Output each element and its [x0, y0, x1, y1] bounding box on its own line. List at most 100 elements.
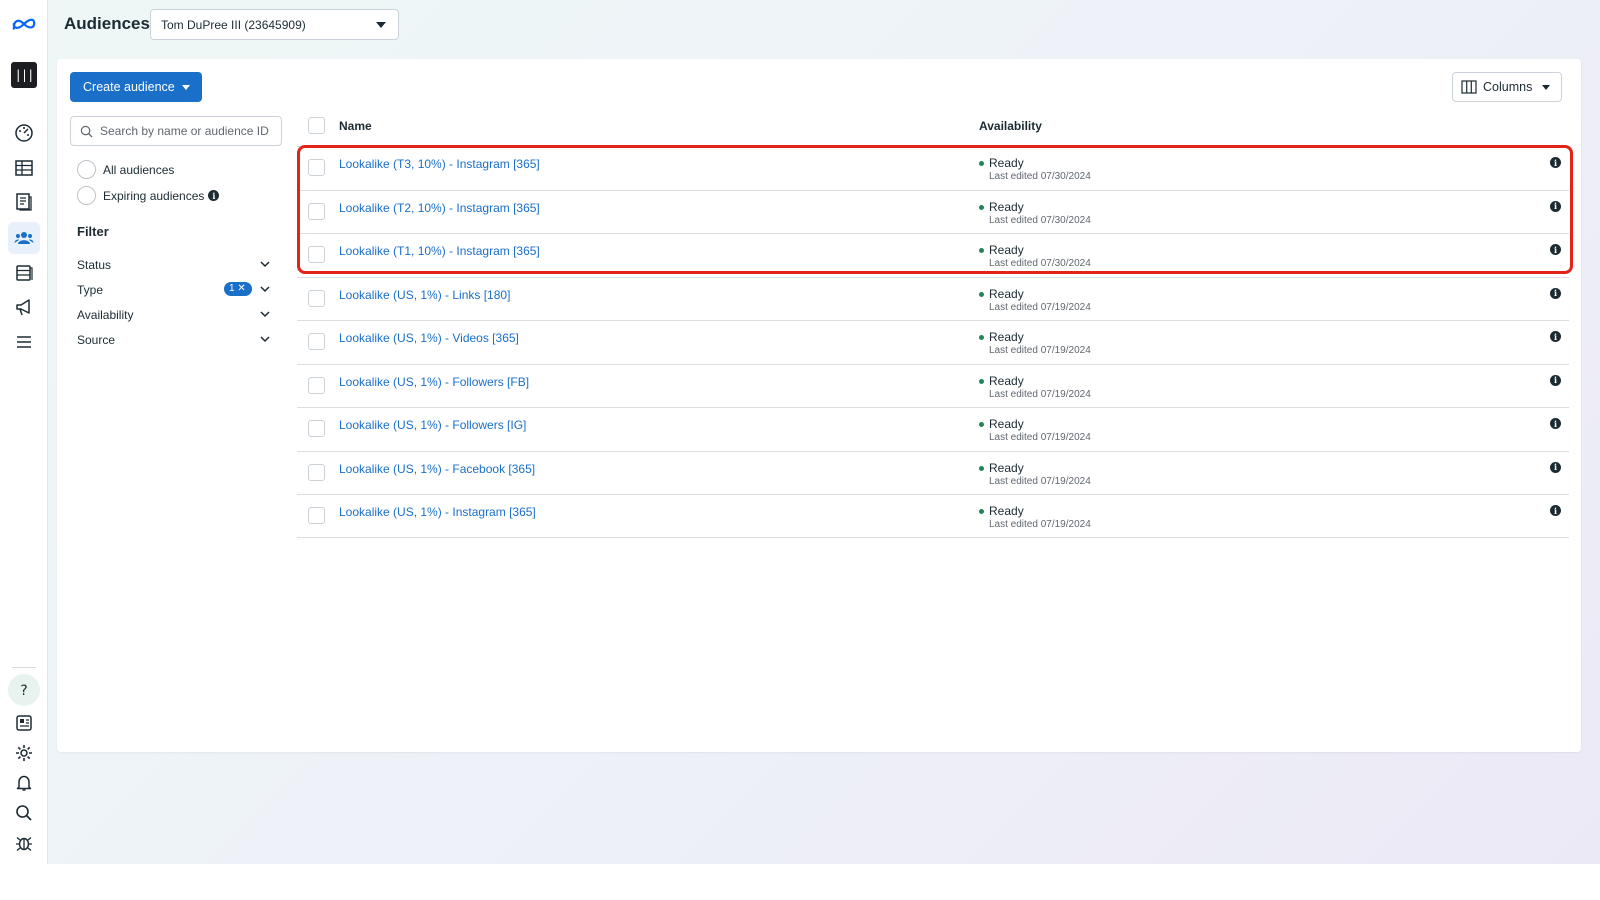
- row-checkbox[interactable]: [308, 507, 325, 524]
- columns-button[interactable]: Columns: [1452, 72, 1562, 102]
- row-checkbox[interactable]: [308, 420, 325, 437]
- table-row[interactable]: Lookalike (US, 1%) - Followers [FB] Ready…: [297, 363, 1569, 408]
- availability-status: Ready: [989, 504, 1024, 518]
- info-icon[interactable]: i: [1550, 374, 1561, 386]
- status-dot: [979, 204, 984, 210]
- chevron-down-icon: [260, 286, 270, 293]
- status-dot: [979, 248, 984, 253]
- status-dot: [979, 378, 984, 384]
- audience-name-link[interactable]: Lookalike (T2, 10%) - Instagram [365]: [339, 201, 540, 215]
- settings-icon[interactable]: [8, 737, 40, 769]
- audiences-card: Create audience Columns All audiences Ex…: [57, 59, 1581, 752]
- columns-icon: [1461, 80, 1477, 94]
- row-checkbox[interactable]: [308, 159, 325, 176]
- table-icon[interactable]: [8, 152, 40, 184]
- radio-button[interactable]: [77, 160, 96, 179]
- audience-name-link[interactable]: Lookalike (US, 1%) - Followers [FB]: [339, 375, 529, 389]
- availability-status: Ready: [989, 156, 1024, 170]
- info-icon[interactable]: i: [1550, 287, 1561, 299]
- filter-source[interactable]: Source: [77, 333, 271, 351]
- info-icon[interactable]: i: [1550, 200, 1561, 212]
- info-icon[interactable]: i: [1550, 244, 1561, 255]
- filter-type-label: Type: [77, 283, 104, 297]
- campaigns-icon[interactable]: [8, 291, 40, 323]
- info-icon[interactable]: i: [1550, 418, 1561, 429]
- table-body: Lookalike (T3, 10%) - Instagram [365] Rea…: [297, 146, 1569, 538]
- dashboard-icon[interactable]: [8, 117, 40, 149]
- table-row[interactable]: Lookalike (T3, 10%) - Instagram [365] Rea…: [297, 146, 1569, 190]
- audiences-icon[interactable]: [8, 222, 40, 254]
- row-checkbox[interactable]: [308, 202, 325, 220]
- row-checkbox[interactable]: [308, 289, 325, 307]
- status-dot: [979, 509, 984, 514]
- database-icon[interactable]: [8, 257, 40, 289]
- table-row[interactable]: Lookalike (T2, 10%) - Instagram [365] Rea…: [297, 189, 1569, 234]
- row-checkbox[interactable]: [308, 376, 325, 394]
- caret-down-icon: [376, 22, 386, 28]
- table-row[interactable]: Lookalike (US, 1%) - Instagram [365] Read…: [297, 494, 1569, 538]
- status-dot: [979, 291, 984, 297]
- last-edited: Last edited 07/19/2024: [989, 388, 1091, 400]
- audience-name-link[interactable]: Lookalike (US, 1%) - Videos [365]: [339, 331, 519, 345]
- expiring-audiences-option[interactable]: Expiring audiences i: [77, 186, 220, 205]
- table-row[interactable]: Lookalike (US, 1%) - Links [180] Ready Las…: [297, 276, 1569, 321]
- row-checkbox[interactable]: [308, 333, 325, 350]
- table-row[interactable]: Lookalike (T1, 10%) - Instagram [365] Rea…: [297, 233, 1569, 277]
- notifications-icon[interactable]: [8, 767, 40, 799]
- caret-down-icon: [1542, 85, 1550, 90]
- availability-status: Ready: [989, 417, 1024, 431]
- audience-name-link[interactable]: Lookalike (T3, 10%) - Instagram [365]: [339, 157, 540, 171]
- type-filter-badge[interactable]: 1 ✕: [224, 282, 252, 296]
- account-selector[interactable]: Tom DuPree III (23645909): [150, 9, 399, 40]
- audience-name-link[interactable]: Lookalike (T1, 10%) - Instagram [365]: [339, 244, 540, 258]
- help-icon[interactable]: ?: [8, 674, 40, 706]
- info-icon[interactable]: i: [1550, 157, 1561, 168]
- availability-status: Ready: [989, 199, 1024, 214]
- caret-down-icon: [182, 85, 190, 90]
- row-checkbox[interactable]: [308, 246, 325, 263]
- last-edited: Last edited 07/19/2024: [989, 519, 1091, 530]
- status-dot: [979, 465, 984, 471]
- info-icon[interactable]: i: [1550, 331, 1561, 342]
- bottom-band: [0, 864, 1600, 900]
- bug-icon[interactable]: [8, 827, 40, 859]
- info-icon[interactable]: i: [1550, 461, 1561, 473]
- info-icon[interactable]: i: [208, 190, 220, 201]
- filter-availability[interactable]: Availability: [77, 308, 271, 326]
- filter-status[interactable]: Status: [77, 258, 271, 276]
- audience-name-link[interactable]: Lookalike (US, 1%) - Instagram [365]: [339, 505, 536, 519]
- column-header-availability[interactable]: Availability: [979, 119, 1042, 133]
- last-edited: Last edited 07/19/2024: [989, 432, 1091, 443]
- audience-name-link[interactable]: Lookalike (US, 1%) - Facebook [365]: [339, 462, 535, 476]
- search-icon: [80, 125, 93, 138]
- table-row[interactable]: Lookalike (US, 1%) - Facebook [365] Ready…: [297, 450, 1569, 495]
- business-logo[interactable]: |||: [11, 62, 37, 88]
- filter-status-label: Status: [77, 258, 112, 272]
- audience-name-link[interactable]: Lookalike (US, 1%) - Followers [IG]: [339, 418, 526, 432]
- menu-icon[interactable]: [8, 326, 40, 358]
- audience-name-link[interactable]: Lookalike (US, 1%) - Links [180]: [339, 288, 510, 302]
- table-row[interactable]: Lookalike (US, 1%) - Videos [365] Ready La…: [297, 320, 1569, 364]
- pages-icon[interactable]: [8, 707, 40, 739]
- availability-status: Ready: [989, 243, 1024, 257]
- search-box: [70, 116, 282, 146]
- all-audiences-option[interactable]: All audiences: [77, 160, 174, 179]
- last-edited: Last edited 07/30/2024: [989, 258, 1091, 269]
- column-header-name[interactable]: Name: [339, 119, 372, 133]
- expiring-audiences-label: Expiring audiences: [103, 188, 205, 203]
- radio-button[interactable]: [77, 186, 96, 205]
- chevron-down-icon: [260, 336, 270, 343]
- create-audience-label: Create audience: [83, 80, 175, 94]
- audiences-table: Name Availability Lookalike (T3, 10%) - …: [297, 114, 1569, 538]
- last-edited: Last edited 07/19/2024: [989, 301, 1091, 313]
- table-row[interactable]: Lookalike (US, 1%) - Followers [IG] Ready…: [297, 407, 1569, 451]
- info-icon[interactable]: i: [1550, 505, 1561, 516]
- search-input[interactable]: [100, 117, 280, 145]
- select-all-checkbox[interactable]: [308, 117, 325, 134]
- filter-type[interactable]: Type 1 ✕: [77, 282, 271, 301]
- search-icon[interactable]: [8, 797, 40, 829]
- meta-logo-icon[interactable]: [8, 8, 40, 40]
- row-checkbox[interactable]: [308, 463, 325, 481]
- catalog-icon[interactable]: [8, 186, 40, 218]
- create-audience-button[interactable]: Create audience: [70, 72, 202, 102]
